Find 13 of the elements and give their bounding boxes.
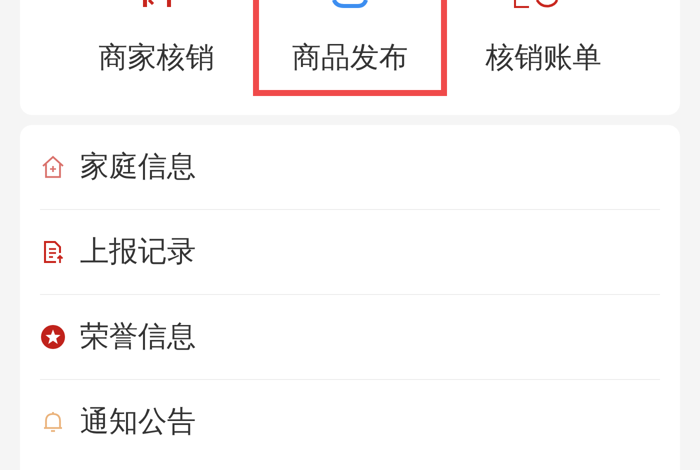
house-icon <box>40 154 66 180</box>
shortcut-button[interactable]: 商品发布 <box>253 0 447 96</box>
menu-label: 上报记录 <box>80 233 196 270</box>
menu-label: 荣誉信息 <box>80 318 196 355</box>
menu-item[interactable]: 荣誉信息 <box>40 295 660 380</box>
menu-item[interactable]: 上报记录 <box>40 210 660 295</box>
menu-label: 家庭信息 <box>80 148 196 185</box>
menu-item[interactable]: 通知公告 <box>40 380 660 464</box>
shortcut-button[interactable]: 商家核销 <box>60 0 254 96</box>
star-badge-icon <box>40 324 66 350</box>
shortcut-button[interactable]: 核销账单 <box>446 0 640 96</box>
menu-label: 通知公告 <box>80 403 196 440</box>
menu-item[interactable]: 家庭信息 <box>40 125 660 210</box>
